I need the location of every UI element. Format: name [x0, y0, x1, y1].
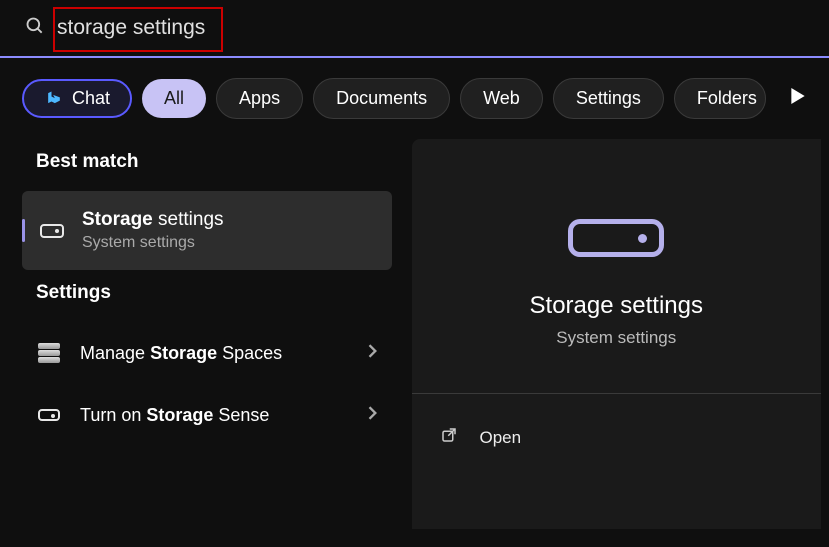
setting-label: Turn on Storage Sense	[80, 405, 350, 426]
open-action[interactable]: Open	[432, 414, 802, 461]
section-settings: Settings	[36, 282, 392, 304]
filter-apps[interactable]: Apps	[216, 78, 303, 119]
search-input[interactable]	[57, 16, 804, 40]
bing-icon	[44, 89, 64, 109]
filter-folders-label: Folders	[697, 88, 757, 109]
content: Best match Storage settings System setti…	[0, 139, 829, 529]
storage-icon	[40, 224, 64, 238]
details-subtitle: System settings	[432, 328, 802, 348]
filter-chat[interactable]: Chat	[22, 79, 132, 118]
filter-web[interactable]: Web	[460, 78, 543, 119]
divider	[412, 393, 822, 394]
best-match-result[interactable]: Storage settings System settings	[22, 191, 392, 270]
filter-web-label: Web	[483, 88, 520, 109]
filter-chat-label: Chat	[72, 88, 110, 109]
search-icon	[25, 16, 45, 41]
filter-settings-label: Settings	[576, 88, 641, 109]
chevron-right-icon	[368, 406, 378, 425]
filter-all-label: All	[164, 88, 184, 109]
chevron-right-icon	[368, 344, 378, 363]
best-match-text: Storage settings System settings	[82, 209, 224, 252]
filter-apps-label: Apps	[239, 88, 280, 109]
details-panel: Storage settings System settings Open	[412, 139, 822, 529]
filter-documents[interactable]: Documents	[313, 78, 450, 119]
section-best-match: Best match	[36, 151, 392, 173]
filter-row: Chat All Apps Documents Web Settings Fol…	[0, 58, 829, 139]
filter-all[interactable]: All	[142, 79, 206, 118]
best-match-title: Storage settings	[82, 209, 224, 231]
filter-settings[interactable]: Settings	[553, 78, 664, 119]
scroll-right-icon[interactable]	[776, 88, 820, 109]
open-icon	[440, 426, 458, 449]
details-title: Storage settings	[432, 292, 802, 320]
filter-documents-label: Documents	[336, 88, 427, 109]
setting-label: Manage Storage Spaces	[80, 343, 350, 364]
storage-icon	[36, 402, 62, 428]
setting-manage-storage-spaces[interactable]: Manage Storage Spaces	[22, 322, 392, 384]
results-panel: Best match Storage settings System setti…	[22, 139, 392, 529]
open-label: Open	[480, 428, 522, 448]
disks-icon	[36, 340, 62, 366]
storage-large-icon	[568, 219, 664, 257]
setting-storage-sense[interactable]: Turn on Storage Sense	[22, 384, 392, 446]
filter-folders[interactable]: Folders	[674, 78, 766, 119]
best-match-subtitle: System settings	[82, 234, 224, 252]
search-bar	[0, 0, 829, 58]
